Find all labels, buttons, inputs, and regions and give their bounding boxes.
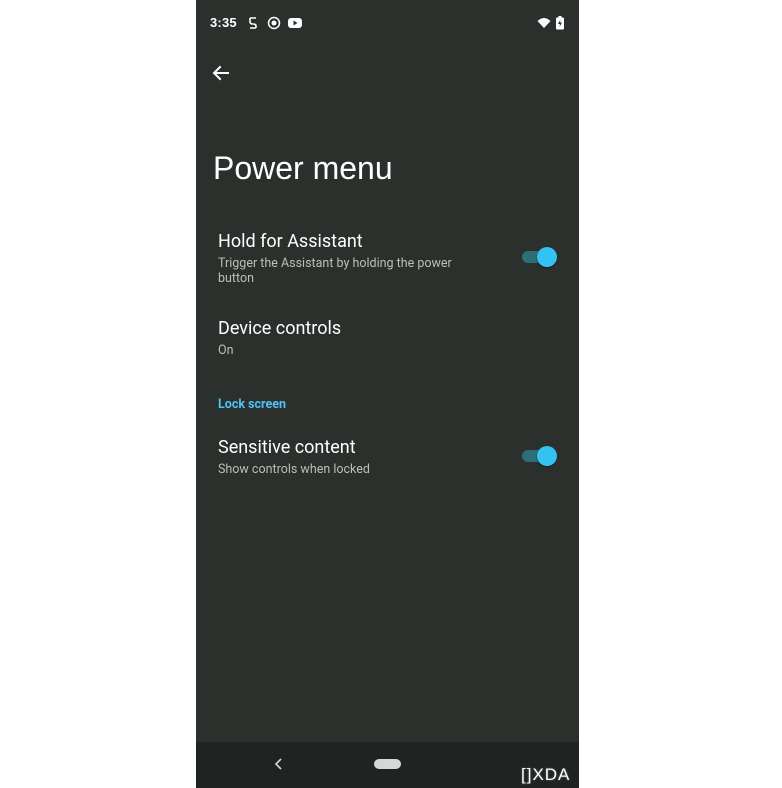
setting-title: Sensitive content [218, 437, 356, 458]
battery-charging-icon [555, 15, 565, 30]
status-time: 3:35 [210, 15, 237, 30]
youtube-icon [287, 15, 303, 29]
back-button[interactable] [208, 60, 234, 86]
toggle-thumb [537, 446, 557, 466]
page-title: Power menu [213, 150, 393, 186]
arrow-back-icon [212, 65, 229, 81]
setting-sensitive-content[interactable]: Sensitive content Show controls when loc… [218, 437, 558, 477]
setting-subtitle: Show controls when locked [218, 462, 370, 477]
nav-back-button[interactable] [272, 756, 286, 772]
nav-back-icon [274, 758, 282, 770]
hold-for-assistant-toggle[interactable] [522, 246, 557, 268]
settings-status-icon [246, 15, 260, 29]
sensitive-content-toggle[interactable] [522, 445, 557, 467]
section-header-lock-screen: Lock screen [218, 397, 287, 412]
phone-screen: 3:35 Power menu Hold for Assistant Trigg… [196, 0, 579, 788]
wifi-icon [537, 15, 551, 29]
setting-subtitle: On [218, 343, 234, 358]
status-bar: 3:35 [196, 0, 579, 46]
setting-subtitle: Trigger the Assistant by holding the pow… [218, 256, 452, 286]
home-pill-icon[interactable] [374, 759, 401, 769]
xda-watermark: []XDA [521, 765, 571, 784]
setting-title: Device controls [218, 318, 342, 339]
toggle-thumb [537, 247, 557, 267]
screen-record-icon [267, 15, 281, 30]
setting-title: Hold for Assistant [218, 231, 363, 252]
setting-device-controls[interactable]: Device controls On [218, 318, 558, 358]
setting-hold-for-assistant[interactable]: Hold for Assistant Trigger the Assistant… [218, 231, 558, 286]
